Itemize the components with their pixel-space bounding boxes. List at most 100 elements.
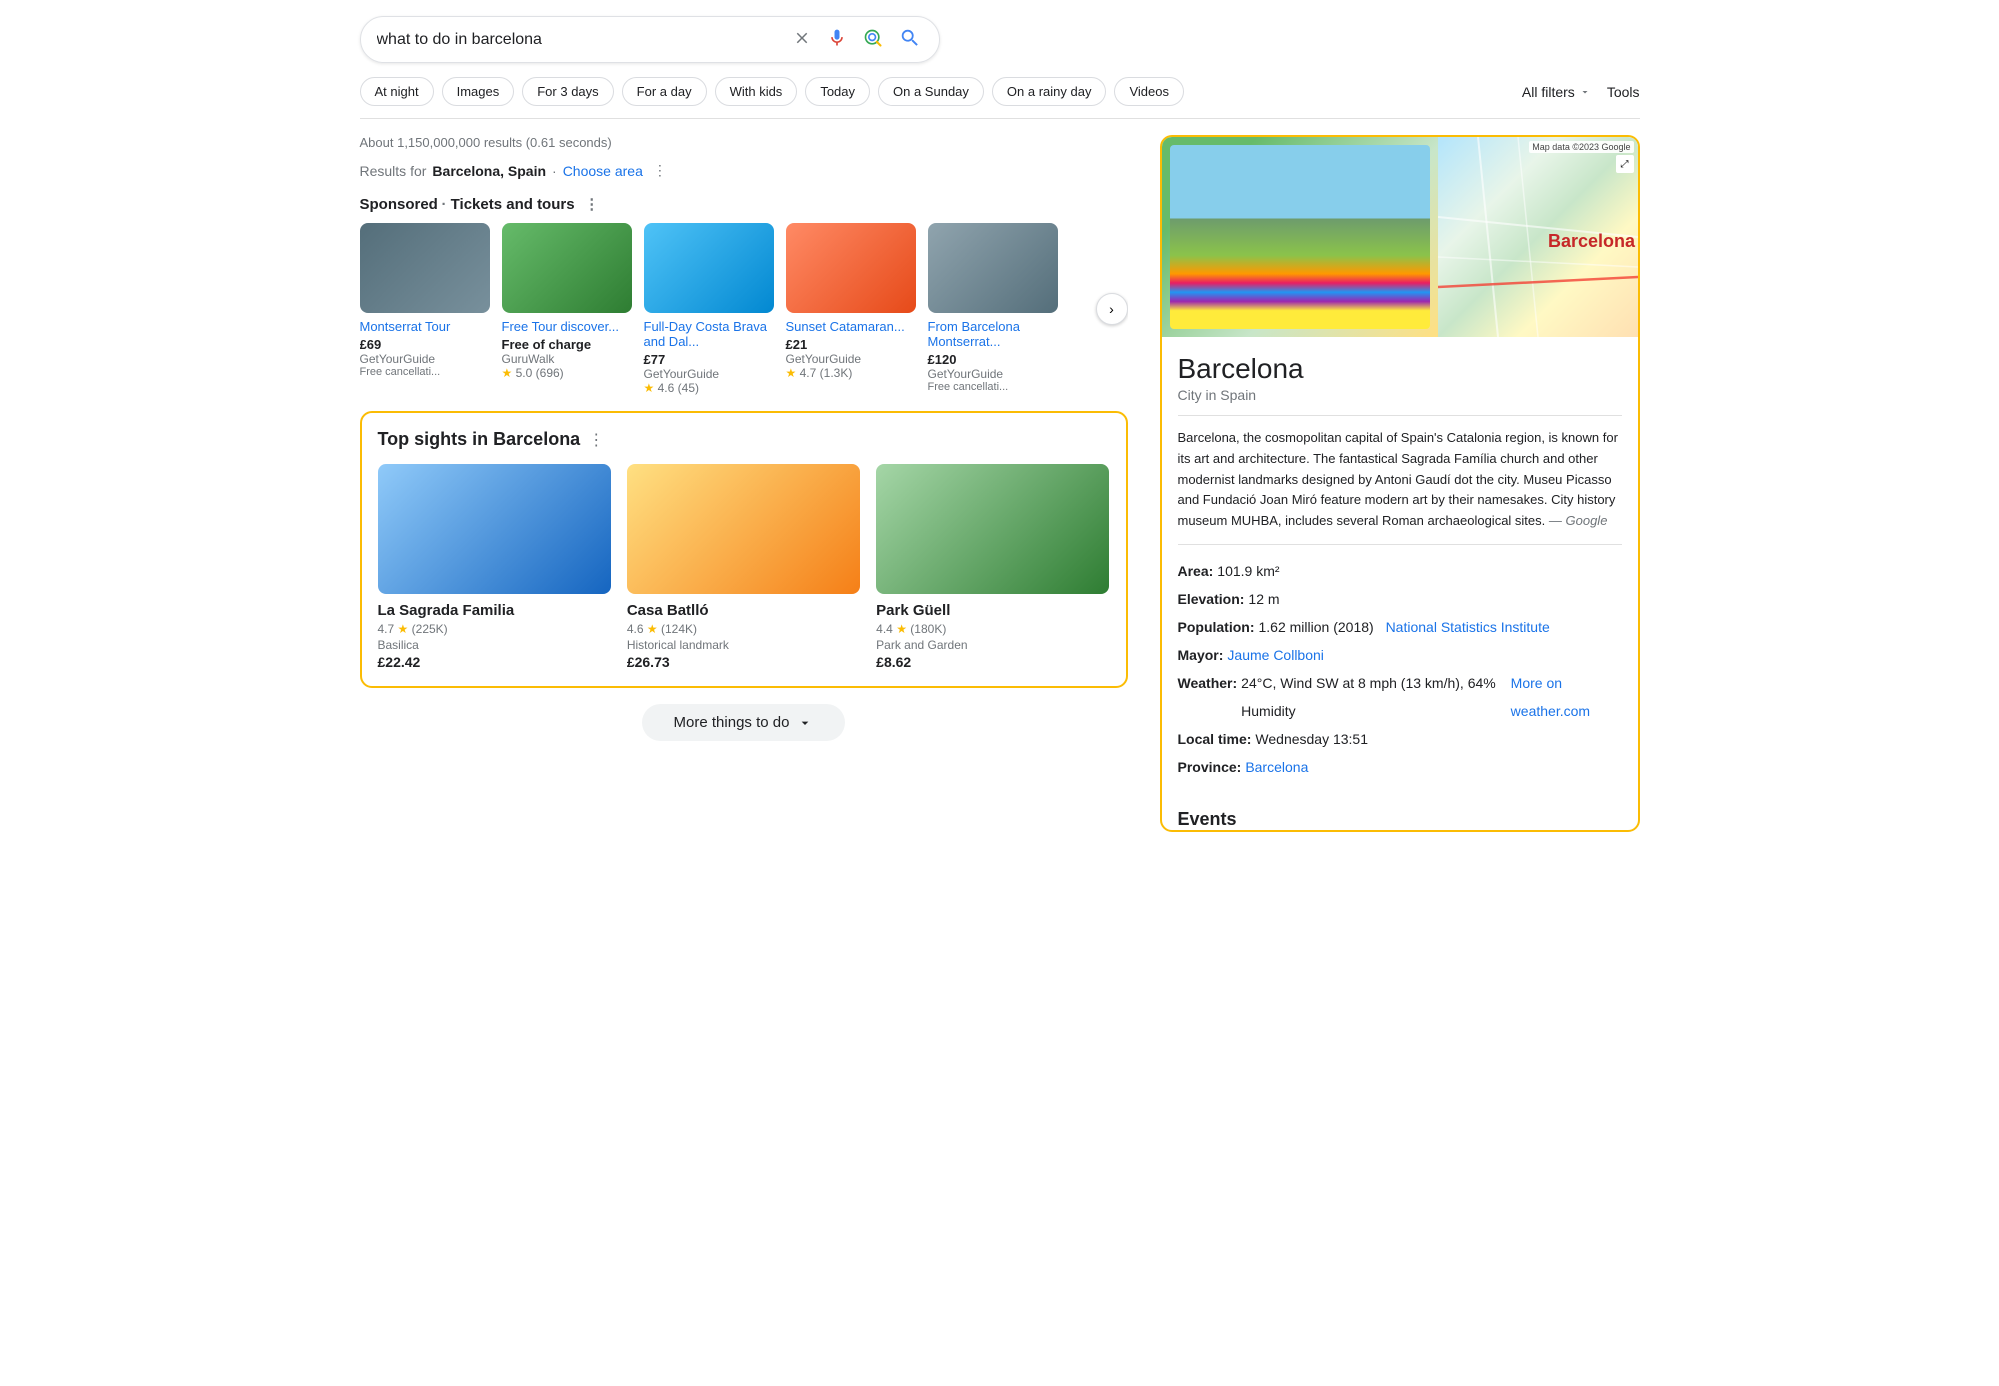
chip-at-night[interactable]: At night	[360, 77, 434, 106]
more-options-icon[interactable]: ⋮	[653, 162, 667, 179]
ticket-price: £120	[928, 352, 1058, 367]
more-things-row: More things to do	[360, 704, 1128, 741]
ticket-provider: GuruWalk	[502, 352, 632, 366]
lens-icon[interactable]	[861, 26, 885, 53]
ticket-card: Free Tour discover... Free of charge Gur…	[502, 223, 632, 395]
ticket-image	[786, 223, 916, 313]
ticket-price: £77	[644, 352, 774, 367]
sponsored-label: Sponsored · Tickets and tours ⋮	[360, 195, 1128, 213]
choose-area-link[interactable]: Choose area	[563, 163, 643, 179]
panel-city-subtitle: City in Spain	[1178, 387, 1622, 416]
search-button[interactable]	[897, 25, 923, 54]
sights-grid: La Sagrada Familia 4.7 ★ (225K) Basilica…	[378, 464, 1110, 670]
fact-area: Area: 101.9 km²	[1178, 557, 1622, 585]
ticket-card: Montserrat Tour £69 GetYourGuide Free ca…	[360, 223, 490, 395]
ticket-title[interactable]: From Barcelona Montserrat...	[928, 319, 1058, 349]
panel-city-title: Barcelona	[1178, 353, 1622, 385]
chip-on-a-rainy-day[interactable]: On a rainy day	[992, 77, 1107, 106]
info-panel: Barcelona Map data ©2023 Google ⤢ Barcel…	[1160, 135, 1640, 832]
map-data-label: Map data ©2023 Google	[1529, 141, 1633, 153]
ticket-price: £69	[360, 337, 490, 352]
sight-name: La Sagrada Familia	[378, 602, 611, 619]
ticket-title[interactable]: Full-Day Costa Brava and Dal...	[644, 319, 774, 349]
sight-rating: 4.7 ★ (225K)	[378, 622, 611, 636]
ticket-card: From Barcelona Montserrat... £120 GetYou…	[928, 223, 1058, 395]
ticket-image	[502, 223, 632, 313]
sponsored-more-icon[interactable]: ⋮	[584, 196, 599, 213]
more-things-button[interactable]: More things to do	[642, 704, 846, 741]
chip-for-a-day[interactable]: For a day	[622, 77, 707, 106]
ticket-image	[360, 223, 490, 313]
fact-population: Population: 1.62 million (2018) National…	[1178, 613, 1622, 641]
sight-price: £26.73	[627, 654, 860, 670]
location-row: Results for Barcelona, Spain · Choose ar…	[360, 162, 1128, 179]
sight-image[interactable]	[876, 464, 1109, 594]
chip-with-kids[interactable]: With kids	[715, 77, 798, 106]
ticket-note: Free cancellati...	[360, 366, 490, 378]
fact-province: Province: Barcelona	[1178, 753, 1622, 781]
chip-for-3-days[interactable]: For 3 days	[522, 77, 613, 106]
ticket-price: Free of charge	[502, 337, 632, 352]
ticket-title[interactable]: Sunset Catamaran...	[786, 319, 916, 334]
mayor-link[interactable]: Jaume Collboni	[1227, 641, 1324, 669]
all-filters-button[interactable]: All filters	[1522, 84, 1591, 100]
ticket-image	[928, 223, 1058, 313]
sight-image[interactable]	[378, 464, 611, 594]
top-sights-more-icon[interactable]: ⋮	[588, 430, 604, 450]
microphone-icon[interactable]	[825, 26, 849, 53]
ticket-provider: GetYourGuide	[786, 352, 916, 366]
tickets-carousel: Montserrat Tour £69 GetYourGuide Free ca…	[360, 223, 1128, 395]
sight-name: Park Güell	[876, 602, 1109, 619]
chip-images[interactable]: Images	[442, 77, 515, 106]
ticket-image	[644, 223, 774, 313]
location-name: Barcelona, Spain	[432, 163, 546, 179]
ticket-rating: ★ 4.6 (45)	[644, 381, 774, 395]
carousel-next-button[interactable]: ›	[1096, 293, 1128, 325]
ticket-rating: ★ 5.0 (696)	[502, 366, 632, 380]
events-section-title: Events	[1162, 797, 1638, 830]
ticket-price: £21	[786, 337, 916, 352]
tools-button[interactable]: Tools	[1607, 84, 1640, 100]
sight-type: Historical landmark	[627, 638, 860, 652]
sight-card: Park Güell 4.4 ★ (180K) Park and Garden …	[876, 464, 1109, 670]
sight-price: £22.42	[378, 654, 611, 670]
top-sights-title: Top sights in Barcelona ⋮	[378, 429, 1110, 450]
ticket-title[interactable]: Montserrat Tour	[360, 319, 490, 334]
sight-rating: 4.6 ★ (124K)	[627, 622, 860, 636]
fact-mayor: Mayor: Jaume Collboni	[1178, 641, 1622, 669]
ticket-provider: GetYourGuide	[360, 352, 490, 366]
search-input[interactable]	[377, 31, 791, 49]
ticket-rating: ★ 4.7 (1.3K)	[786, 366, 916, 380]
sight-rating: 4.4 ★ (180K)	[876, 622, 1109, 636]
search-bar	[360, 16, 940, 63]
sight-type: Basilica	[378, 638, 611, 652]
sight-type: Park and Garden	[876, 638, 1109, 652]
population-link[interactable]: National Statistics Institute	[1386, 613, 1550, 641]
ticket-card: Full-Day Costa Brava and Dal... £77 GetY…	[644, 223, 774, 395]
chip-videos[interactable]: Videos	[1114, 77, 1184, 106]
fact-elevation: Elevation: 12 m	[1178, 585, 1622, 613]
clear-icon[interactable]	[791, 27, 813, 52]
ticket-note: Free cancellati...	[928, 381, 1058, 393]
sight-image[interactable]	[627, 464, 860, 594]
panel-description: Barcelona, the cosmopolitan capital of S…	[1178, 428, 1622, 545]
chip-today[interactable]: Today	[805, 77, 870, 106]
top-sights-section: Top sights in Barcelona ⋮ La Sagrada Fam…	[360, 411, 1128, 688]
map-expand-button[interactable]: ⤢	[1616, 155, 1634, 173]
province-link[interactable]: Barcelona	[1245, 753, 1308, 781]
result-stats: About 1,150,000,000 results (0.61 second…	[360, 135, 1128, 150]
sight-price: £8.62	[876, 654, 1109, 670]
weather-link[interactable]: More on weather.com	[1511, 669, 1622, 725]
ticket-provider: GetYourGuide	[928, 367, 1058, 381]
panel-photo	[1162, 137, 1438, 337]
chip-on-a-sunday[interactable]: On a Sunday	[878, 77, 984, 106]
panel-facts: Area: 101.9 km² Elevation: 12 m Populati…	[1178, 557, 1622, 781]
fact-weather: Weather: 24°C, Wind SW at 8 mph (13 km/h…	[1178, 669, 1622, 725]
fact-local-time: Local time: Wednesday 13:51	[1178, 725, 1622, 753]
ticket-provider: GetYourGuide	[644, 367, 774, 381]
sight-card: Casa Batlló 4.6 ★ (124K) Historical land…	[627, 464, 860, 670]
ticket-title[interactable]: Free Tour discover...	[502, 319, 632, 334]
svg-text:Barcelona: Barcelona	[1548, 231, 1636, 251]
panel-map-image[interactable]: Barcelona Map data ©2023 Google ⤢	[1438, 137, 1638, 337]
sight-card: La Sagrada Familia 4.7 ★ (225K) Basilica…	[378, 464, 611, 670]
